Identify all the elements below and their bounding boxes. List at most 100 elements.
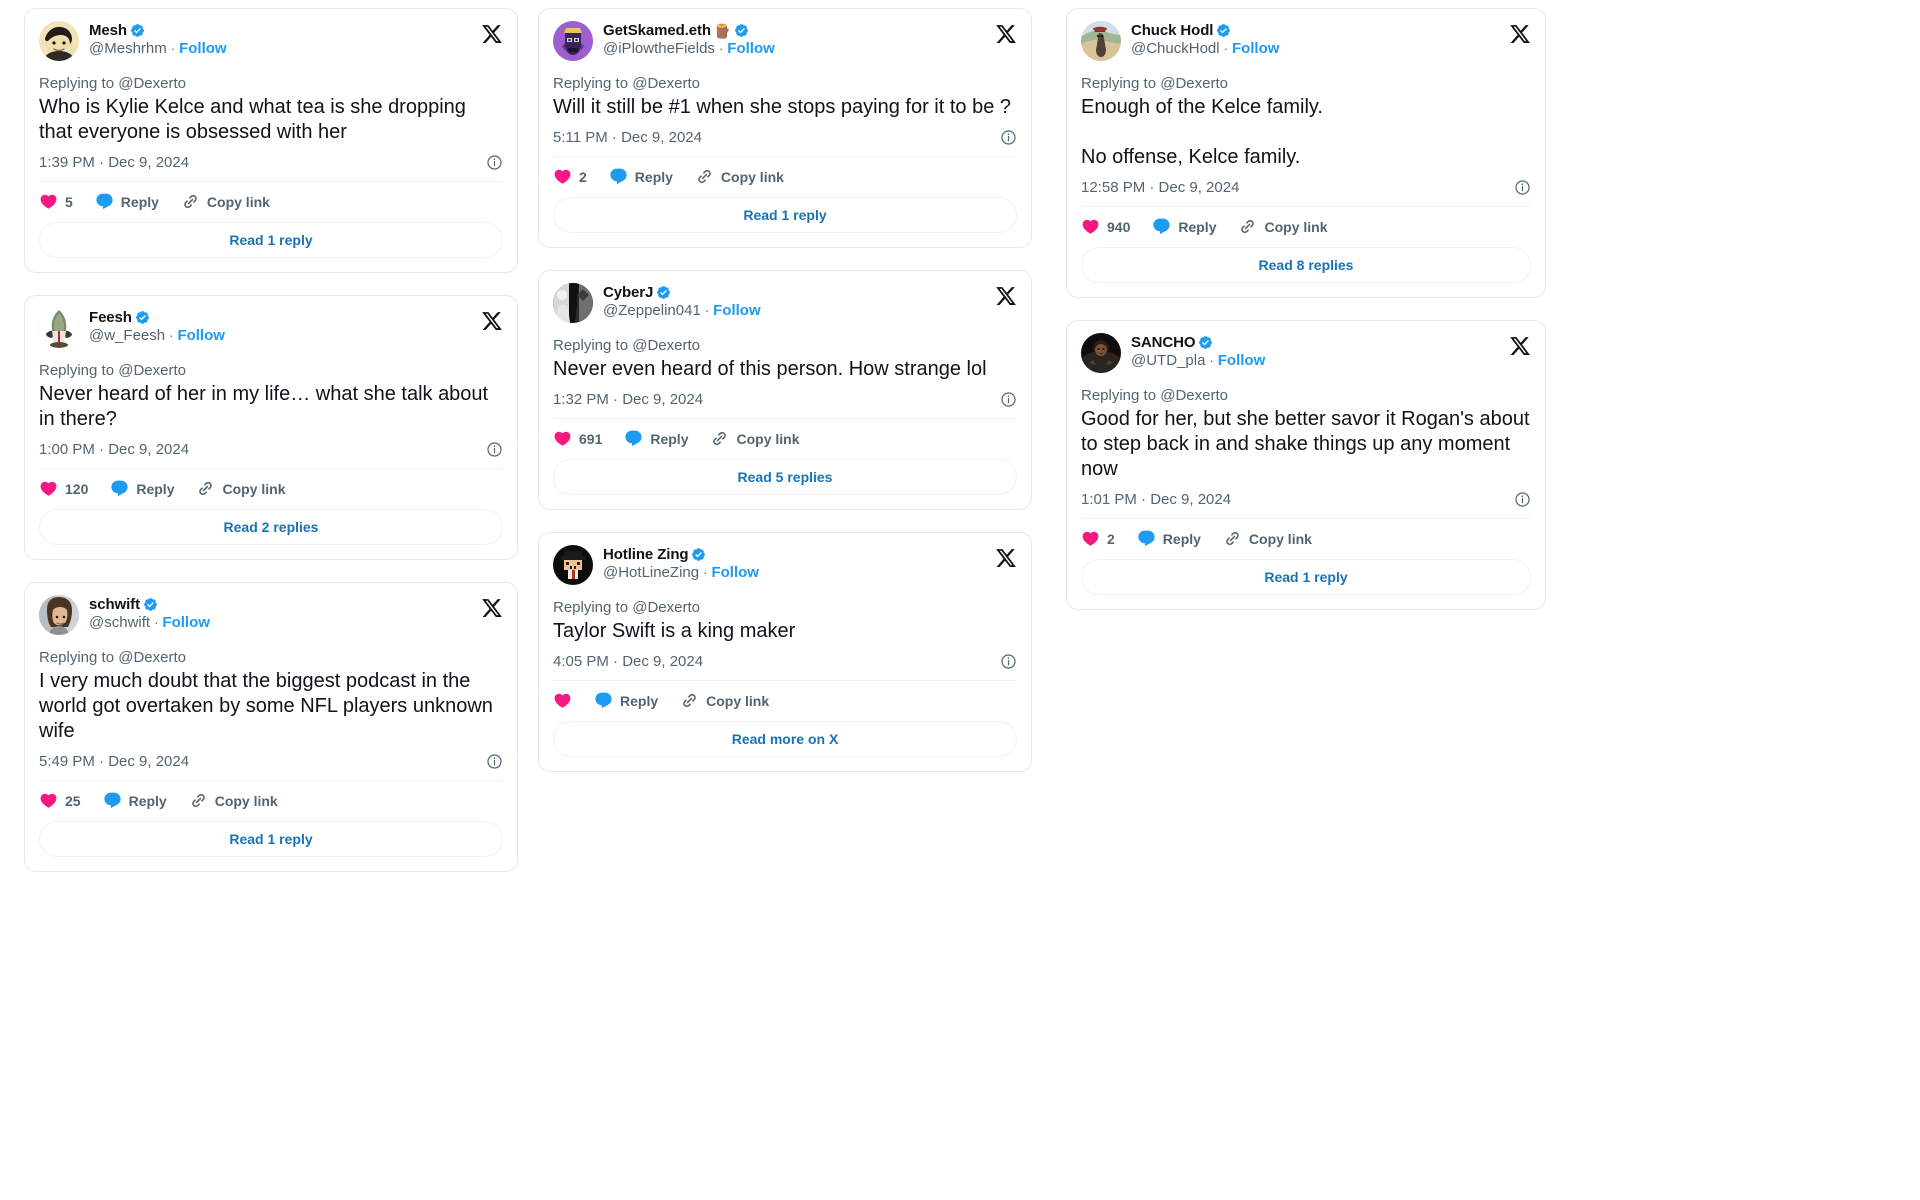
tweet-text: Never even heard of this person. How str… xyxy=(553,358,987,380)
reply-action[interactable]: Reply xyxy=(594,691,658,710)
x-logo-icon[interactable] xyxy=(481,597,503,619)
follow-link[interactable]: Follow xyxy=(162,614,210,631)
display-name[interactable]: CyberJ xyxy=(603,284,653,301)
avatar[interactable] xyxy=(553,283,593,323)
author-handle[interactable]: @Meshrhm xyxy=(89,40,167,57)
author-handle[interactable]: @ChuckHodl xyxy=(1131,40,1220,57)
replying-to-label[interactable]: Replying to @Dexerto xyxy=(553,599,1017,616)
read-replies-button[interactable]: Read 1 reply xyxy=(1081,559,1531,595)
timestamp[interactable]: 4:05 PM · Dec 9, 2024 xyxy=(553,653,703,670)
reply-action[interactable]: Reply xyxy=(624,429,688,448)
info-circle-icon[interactable] xyxy=(1514,491,1531,508)
display-name[interactable]: Feesh xyxy=(89,309,132,326)
like-action[interactable]: 25 xyxy=(39,791,81,810)
read-replies-button[interactable]: Read 1 reply xyxy=(39,821,503,857)
x-logo-icon[interactable] xyxy=(1509,23,1531,45)
reply-action[interactable]: Reply xyxy=(609,167,673,186)
display-name[interactable]: Mesh xyxy=(89,22,127,39)
display-name[interactable]: GetSkamed.eth xyxy=(603,22,711,39)
display-name[interactable]: schwift xyxy=(89,596,140,613)
x-logo-icon[interactable] xyxy=(481,23,503,45)
follow-link[interactable]: Follow xyxy=(179,40,227,57)
copy-link-action[interactable]: Copy link xyxy=(196,479,286,498)
info-circle-icon[interactable] xyxy=(1000,653,1017,670)
display-name[interactable]: SANCHO xyxy=(1131,334,1196,351)
timestamp[interactable]: 1:01 PM · Dec 9, 2024 xyxy=(1081,491,1231,508)
timestamp[interactable]: 12:58 PM · Dec 9, 2024 xyxy=(1081,179,1239,196)
replying-to-label[interactable]: Replying to @Dexerto xyxy=(39,649,503,666)
author-handle[interactable]: @Zeppelin041 xyxy=(603,302,701,319)
read-replies-button[interactable]: Read 1 reply xyxy=(553,197,1017,233)
like-action[interactable]: 120 xyxy=(39,479,88,498)
verified-badge-icon xyxy=(1198,335,1213,350)
follow-link[interactable]: Follow xyxy=(727,40,775,57)
timestamp[interactable]: 5:49 PM · Dec 9, 2024 xyxy=(39,753,189,770)
avatar[interactable] xyxy=(1081,21,1121,61)
author-handle[interactable]: @w_Feesh xyxy=(89,327,165,344)
avatar[interactable] xyxy=(1081,333,1121,373)
author-handle[interactable]: @schwift xyxy=(89,614,150,631)
read-replies-button[interactable]: Read 5 replies xyxy=(553,459,1017,495)
like-action[interactable]: 2 xyxy=(553,167,587,186)
follow-link[interactable]: Follow xyxy=(1218,352,1266,369)
follow-link[interactable]: Follow xyxy=(177,327,225,344)
like-action[interactable] xyxy=(553,691,572,710)
read-replies-button[interactable]: Read 1 reply xyxy=(39,222,503,258)
copy-link-action[interactable]: Copy link xyxy=(710,429,800,448)
tweet-meta-row: 1:32 PM · Dec 9, 2024 xyxy=(553,391,1017,408)
replying-to-label[interactable]: Replying to @Dexerto xyxy=(1081,75,1531,92)
avatar[interactable] xyxy=(39,308,79,348)
read-replies-button[interactable]: Read more on X xyxy=(553,721,1017,757)
timestamp[interactable]: 1:32 PM · Dec 9, 2024 xyxy=(553,391,703,408)
replying-to-label[interactable]: Replying to @Dexerto xyxy=(39,75,503,92)
x-logo-icon[interactable] xyxy=(995,23,1017,45)
copy-link-action[interactable]: Copy link xyxy=(181,192,270,211)
x-logo-icon[interactable] xyxy=(481,310,503,332)
author-handle[interactable]: @HotLineZing xyxy=(603,564,699,581)
copy-link-action[interactable]: Copy link xyxy=(695,167,784,186)
replying-to-label[interactable]: Replying to @Dexerto xyxy=(1081,387,1531,404)
info-circle-icon[interactable] xyxy=(486,441,503,458)
timestamp[interactable]: 5:11 PM · Dec 9, 2024 xyxy=(553,129,702,146)
reply-action[interactable]: Reply xyxy=(110,479,174,498)
follow-link[interactable]: Follow xyxy=(713,302,761,319)
read-replies-button[interactable]: Read 2 replies xyxy=(39,509,503,545)
x-logo-icon[interactable] xyxy=(995,285,1017,307)
avatar[interactable] xyxy=(39,595,79,635)
timestamp[interactable]: 1:39 PM · Dec 9, 2024 xyxy=(39,154,189,171)
info-circle-icon[interactable] xyxy=(486,154,503,171)
replying-to-label[interactable]: Replying to @Dexerto xyxy=(553,75,1017,92)
info-circle-icon[interactable] xyxy=(1514,179,1531,196)
like-action[interactable]: 691 xyxy=(553,429,602,448)
copy-link-label: Copy link xyxy=(706,692,770,709)
x-logo-icon[interactable] xyxy=(995,547,1017,569)
display-name[interactable]: Chuck Hodl xyxy=(1131,22,1213,39)
display-name[interactable]: Hotline Zing xyxy=(603,546,689,563)
avatar[interactable] xyxy=(39,21,79,61)
like-action[interactable]: 940 xyxy=(1081,217,1130,236)
info-circle-icon[interactable] xyxy=(1000,391,1017,408)
like-action[interactable]: 5 xyxy=(39,192,73,211)
reply-action[interactable]: Reply xyxy=(95,192,159,211)
copy-link-action[interactable]: Copy link xyxy=(189,791,278,810)
follow-link[interactable]: Follow xyxy=(711,564,759,581)
follow-link[interactable]: Follow xyxy=(1232,40,1280,57)
copy-link-action[interactable]: Copy link xyxy=(1238,217,1328,236)
replying-to-label[interactable]: Replying to @Dexerto xyxy=(39,362,503,379)
info-circle-icon[interactable] xyxy=(486,753,503,770)
author-handle[interactable]: @UTD_pla xyxy=(1131,352,1205,369)
reply-action[interactable]: Reply xyxy=(1137,529,1201,548)
x-logo-icon[interactable] xyxy=(1509,335,1531,357)
copy-link-action[interactable]: Copy link xyxy=(1223,529,1312,548)
read-replies-button[interactable]: Read 8 replies xyxy=(1081,247,1531,283)
copy-link-action[interactable]: Copy link xyxy=(680,691,769,710)
reply-action[interactable]: Reply xyxy=(103,791,167,810)
reply-action[interactable]: Reply xyxy=(1152,217,1216,236)
replying-to-label[interactable]: Replying to @Dexerto xyxy=(553,337,1017,354)
author-handle[interactable]: @iPlowtheFields xyxy=(603,40,715,57)
avatar[interactable] xyxy=(553,21,593,61)
info-circle-icon[interactable] xyxy=(1000,129,1017,146)
timestamp[interactable]: 1:00 PM · Dec 9, 2024 xyxy=(39,441,189,458)
avatar[interactable] xyxy=(553,545,593,585)
like-action[interactable]: 2 xyxy=(1081,529,1115,548)
